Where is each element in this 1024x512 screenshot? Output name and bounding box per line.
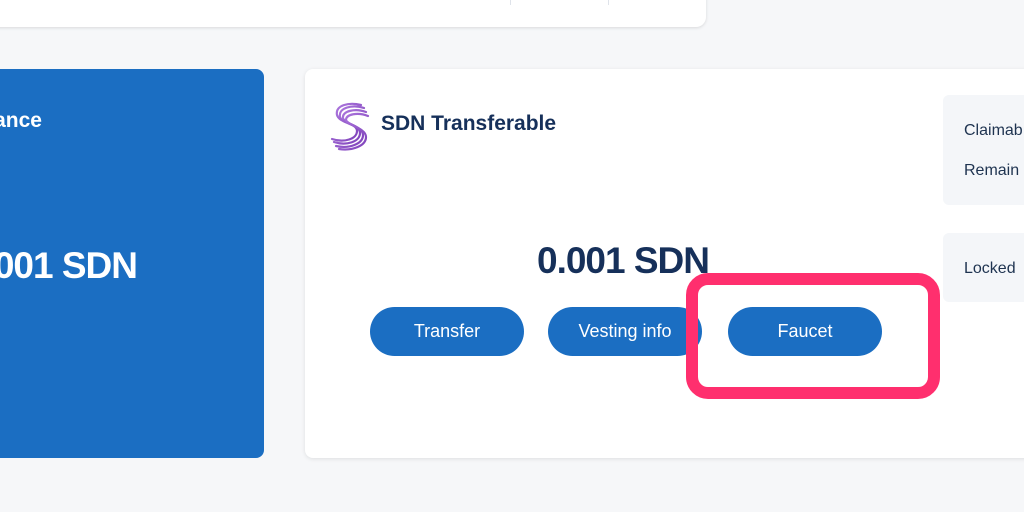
transfer-button[interactable]: Transfer [370, 307, 524, 356]
shiden-logo-icon [330, 102, 370, 151]
balance-amount: .001 SDN [0, 245, 138, 286]
card-title: SDN Transferable [381, 112, 557, 135]
divider [608, 0, 609, 5]
vesting-info-panel: Claimab Remain [943, 95, 1024, 205]
faucet-button[interactable]: Faucet [728, 307, 882, 356]
transferable-card: SDN Transferable 0.001 SDN Transfer Vest… [305, 69, 1024, 458]
divider [510, 0, 511, 5]
locked-label: Locked [964, 260, 1016, 277]
page: ance .001 SDN SDN Transferable 0.001 SDN… [0, 0, 1024, 512]
balance-card-title: ance [0, 109, 42, 132]
total-balance-card: ance .001 SDN [0, 69, 264, 458]
claimable-label: Claimab [964, 122, 1023, 139]
remaining-label: Remain [964, 162, 1020, 179]
top-card [0, 0, 706, 27]
vesting-info-button[interactable]: Vesting info [548, 307, 702, 356]
locked-info-panel: Locked [943, 233, 1024, 302]
transferable-amount: 0.001 SDN [537, 240, 710, 281]
